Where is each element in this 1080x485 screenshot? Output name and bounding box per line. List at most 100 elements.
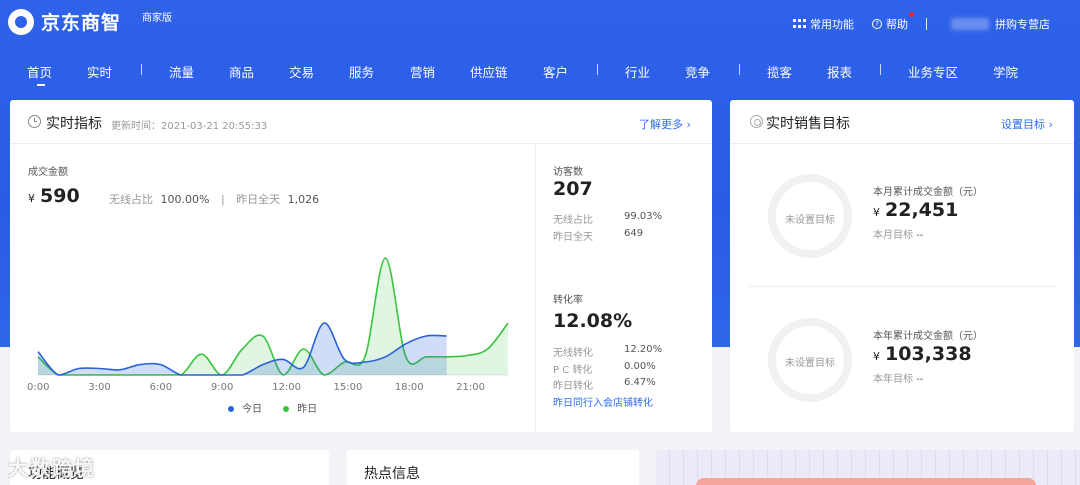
nav-business-zone[interactable]: 业务专区 — [908, 62, 958, 81]
update-time: 更新时间：2021-03-21 20:55:33 — [111, 121, 268, 132]
card-title: 实时销售目标 — [766, 116, 850, 132]
card-header: 实时销售目标 设置目标 › — [730, 100, 1074, 144]
legend-today-label: 今日 — [242, 404, 262, 415]
store-name: 拼购专营店 — [995, 18, 1050, 31]
nav-industry[interactable]: 行业 — [625, 62, 650, 81]
nav-goods[interactable]: 商品 — [229, 62, 254, 81]
card-header: 实时指标 更新时间：2021-03-21 20:55:33 了解更多 › — [10, 100, 712, 144]
month-gmv-number: 22,451 — [885, 199, 959, 221]
nav-divider — [597, 64, 598, 75]
month-target-label: 本月目标 -- — [873, 230, 924, 241]
help-button[interactable]: ? 帮助 — [872, 12, 914, 32]
nav-traffic[interactable]: 流量 — [169, 62, 194, 81]
nav-acquire[interactable]: 揽客 — [767, 62, 792, 81]
conv-pc-value: 0.00% — [624, 361, 656, 372]
learn-more-label: 了解更多 — [639, 118, 683, 131]
yesterday-label: 昨日全天 — [236, 193, 281, 206]
x-tick-label: 18:00 — [394, 382, 424, 393]
realtime-metrics-card: 实时指标 更新时间：2021-03-21 20:55:33 了解更多 › 成交金… — [10, 100, 712, 432]
wireless-ratio-value: 100.00% — [160, 193, 210, 206]
chevron-right-icon: › — [686, 118, 691, 131]
jd-logo-icon — [8, 8, 34, 35]
x-tick-label: 6:00 — [149, 382, 173, 393]
card-title: 实时指标 — [46, 116, 102, 132]
gmv-label: 成交金额 — [28, 167, 68, 178]
nav-supply-chain[interactable]: 供应链 — [470, 62, 508, 81]
conv-yesterday-value: 6.47% — [624, 377, 656, 388]
month-unset-text: 未设置目标 — [785, 215, 835, 226]
currency-symbol: ¥ — [873, 350, 880, 363]
x-tick-label: 9:00 — [210, 382, 234, 393]
brand-logo[interactable]: 京东商智 — [8, 8, 121, 35]
chart-legend: 今日 昨日 — [228, 400, 317, 415]
visitors-wireless-label: 无线占比 — [553, 215, 593, 226]
wireless-ratio-label: 无线占比 — [109, 193, 153, 206]
visitors-value: 207 — [553, 178, 593, 200]
conv-wireless-label: 无线转化 — [553, 348, 593, 359]
legend-yesterday[interactable]: 昨日 — [283, 404, 317, 415]
top-bar: 京东商智 商家版 常用功能 ? 帮助 拼购专营店 — [0, 0, 1080, 48]
sales-target-card: 实时销售目标 设置目标 › 未设置目标 本月累计成交金额（元） ¥22,451 … — [730, 100, 1074, 432]
promo-banner-shape — [696, 478, 1036, 485]
brand-name: 京东商智 — [41, 12, 122, 34]
visitors-yesterday-value: 649 — [624, 228, 644, 239]
currency-symbol: ¥ — [28, 192, 35, 205]
divider — [926, 18, 927, 30]
legend-yesterday-label: 昨日 — [297, 404, 318, 415]
conversion-label: 转化率 — [553, 295, 583, 306]
peer-conversion-link[interactable]: 昨日同行入会店铺转化 — [553, 394, 653, 409]
help-icon: ? — [872, 19, 882, 29]
chevron-right-icon: › — [1048, 118, 1053, 131]
year-target-label: 本年目标 -- — [873, 374, 924, 385]
nav-marketing[interactable]: 营销 — [410, 62, 435, 81]
nav-reports[interactable]: 报表 — [827, 62, 852, 81]
target-divider — [748, 286, 1056, 287]
visitors-yesterday-label: 昨日全天 — [553, 232, 593, 243]
legend-today[interactable]: 今日 — [228, 404, 262, 415]
nav-competition[interactable]: 竞争 — [685, 62, 710, 81]
target-icon — [750, 115, 763, 128]
x-tick-label: 12:00 — [272, 382, 302, 393]
brand-edition: 商家版 — [142, 13, 172, 24]
month-gmv-label: 本月累计成交金额（元） — [873, 187, 983, 198]
common-functions-button[interactable]: 常用功能 — [793, 16, 854, 32]
year-gmv-label: 本年累计成交金额（元） — [873, 331, 983, 342]
set-target-label: 设置目标 — [1001, 118, 1045, 131]
notification-dot — [909, 12, 914, 17]
nav-divider — [739, 64, 740, 75]
set-target-link[interactable]: 设置目标 › — [1001, 116, 1053, 132]
store-switcher[interactable]: 拼购专营店 — [995, 16, 1050, 32]
column-divider — [535, 144, 536, 432]
conv-wireless-value: 12.20% — [624, 344, 663, 355]
nav-divider — [141, 64, 142, 75]
nav-customer[interactable]: 客户 — [543, 62, 568, 81]
year-unset-text: 未设置目标 — [785, 358, 835, 369]
learn-more-link[interactable]: 了解更多 › — [639, 116, 691, 132]
year-gmv-number: 103,338 — [885, 343, 972, 365]
nav-realtime[interactable]: 实时 — [87, 62, 112, 81]
nav-divider — [880, 64, 881, 75]
clock-icon — [28, 115, 41, 128]
visitors-label: 访客数 — [553, 167, 583, 178]
gmv-value: ¥590 — [28, 185, 80, 207]
divider: | — [220, 193, 225, 206]
blurred-account — [951, 18, 989, 30]
x-tick-label: 0:00 — [27, 382, 50, 393]
x-tick-label: 21:00 — [456, 382, 485, 393]
x-tick-label: 15:00 — [333, 382, 363, 393]
conv-yesterday-label: 昨日转化 — [553, 381, 593, 392]
nav-home[interactable]: 首页 — [27, 62, 52, 86]
nav-trade[interactable]: 交易 — [289, 62, 314, 81]
month-gmv-value: ¥22,451 — [873, 199, 958, 221]
hot-info-title: 热点信息 — [364, 466, 420, 482]
common-functions-label: 常用功能 — [810, 18, 854, 31]
x-tick-label: 3:00 — [88, 382, 111, 393]
legend-dot-today — [228, 406, 234, 412]
legend-dot-yesterday — [283, 406, 290, 412]
watermark: 大数跨境 — [8, 456, 96, 480]
nav-service[interactable]: 服务 — [349, 62, 374, 81]
realtime-chart — [37, 257, 509, 376]
nav-academy[interactable]: 学院 — [993, 62, 1018, 81]
yesterday-value: 1,026 — [287, 193, 320, 206]
conv-pc-label: P C 转化 — [553, 365, 593, 376]
